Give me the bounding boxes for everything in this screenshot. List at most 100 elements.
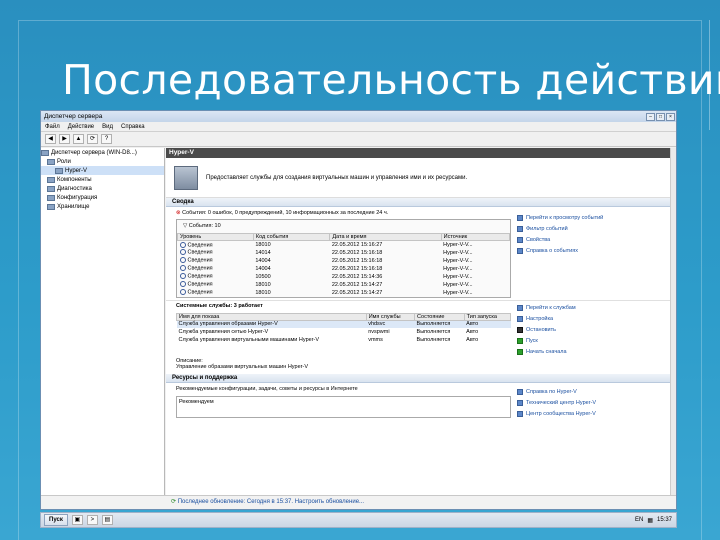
table-row[interactable]: Сведения 18010 22.05.2012 15:14:27 Hyper-V-… bbox=[178, 289, 510, 297]
network-icon[interactable]: ▦ bbox=[647, 517, 653, 524]
col-display-name[interactable]: Имя для показа bbox=[176, 312, 367, 321]
table-row[interactable]: Сведения 10500 22.05.2012 15:14:36 Hyper-V-… bbox=[178, 273, 510, 281]
features-icon bbox=[47, 176, 55, 183]
tree-item-configuration[interactable]: Конфигурация bbox=[41, 193, 164, 202]
resources-line: Рекомендуемые конфигурации, задачи, сове… bbox=[176, 386, 358, 392]
hyper-v-icon bbox=[55, 167, 63, 174]
community-link[interactable]: Центр сообщества Hyper-V bbox=[517, 408, 667, 419]
configure-icon bbox=[517, 316, 523, 322]
navigation-tree: Диспетчер сервера (WIN-D8...) Роли Hyper… bbox=[41, 148, 165, 497]
system-tray: EN ▦ 15:37 bbox=[635, 517, 672, 524]
properties-icon bbox=[517, 236, 523, 243]
col-level[interactable]: Уровень bbox=[177, 233, 254, 241]
status-bar: ⟳ Последнее обновление: Сегодня в 15:37.… bbox=[41, 495, 676, 509]
stop-icon bbox=[517, 327, 523, 333]
refresh-button[interactable]: ⟳ bbox=[87, 134, 98, 144]
filter-icon bbox=[517, 225, 523, 232]
menu-view[interactable]: Вид bbox=[102, 124, 113, 130]
col-status[interactable]: Состояние bbox=[414, 312, 465, 321]
table-row[interactable]: Служба управления сетью Hyper-V nvspwmi Вы… bbox=[177, 328, 511, 336]
event-viewer-icon bbox=[517, 214, 523, 221]
table-row[interactable]: Сведения 18010 22.05.2012 15:14:27 Hyper-V-… bbox=[178, 281, 510, 289]
events-help-link[interactable]: Справка о событиях bbox=[517, 245, 667, 256]
info-icon bbox=[179, 249, 186, 256]
slide-title: Последовательность действий bbox=[62, 56, 720, 104]
start-button[interactable]: Пуск bbox=[44, 514, 68, 526]
start-link[interactable]: Пуск bbox=[517, 336, 667, 347]
tree-item-features[interactable]: Компоненты bbox=[41, 175, 164, 184]
pane-header: Hyper-V bbox=[166, 148, 676, 158]
restart-link[interactable]: Начать сначала bbox=[517, 347, 667, 358]
tree-item-hyper-v[interactable]: Hyper-V bbox=[41, 166, 164, 175]
events-panel: ⊗ События: 0 ошибок, 0 предупреждений, 1… bbox=[176, 210, 511, 298]
server-role-icon bbox=[174, 165, 198, 190]
powershell-taskbar-icon[interactable]: > bbox=[86, 515, 98, 525]
col-service-name[interactable]: Имя службы bbox=[365, 312, 416, 321]
intro-text: Предоставляет службы для создания виртуа… bbox=[206, 174, 468, 181]
server-manager-taskbar-icon[interactable]: ▣ bbox=[71, 515, 83, 525]
title-bar: Диспетчер сервера – □ × bbox=[41, 111, 676, 122]
techcenter-link[interactable]: Технический центр Hyper-V bbox=[517, 397, 667, 408]
go-to-services-link[interactable]: Перейти к службам bbox=[517, 303, 667, 314]
maximize-button[interactable]: □ bbox=[656, 112, 665, 121]
tree-item-storage[interactable]: Хранилище bbox=[41, 202, 164, 211]
resources-block: Рекомендуемые конфигурации, задачи, сове… bbox=[166, 383, 676, 422]
col-date-time[interactable]: Дата и время bbox=[329, 233, 442, 241]
events-table: Уровень Код события Дата и время Источни… bbox=[177, 233, 511, 297]
close-button[interactable]: × bbox=[666, 112, 675, 121]
hyper-v-help-link[interactable]: Справка по Hyper-V bbox=[517, 386, 667, 397]
info-icon bbox=[179, 265, 186, 272]
status-text[interactable]: Последнее обновление: Сегодня в 15:37. Н… bbox=[178, 499, 364, 505]
back-button[interactable]: ◀ bbox=[45, 134, 56, 144]
col-startup-type[interactable]: Тип запуска bbox=[463, 312, 512, 321]
menu-action[interactable]: Действие bbox=[68, 124, 94, 130]
events-filter[interactable]: ▽ События: 10 bbox=[177, 220, 510, 233]
help-icon bbox=[517, 388, 523, 395]
table-row[interactable]: Сведения 14014 22.05.2012 15:16:18 Hyper-V-… bbox=[178, 249, 510, 257]
tree-item-server-manager[interactable]: Диспетчер сервера (WIN-D8...) bbox=[41, 148, 164, 157]
go-to-event-viewer-link[interactable]: Перейти к просмотру событий bbox=[517, 212, 667, 223]
community-icon bbox=[517, 410, 523, 417]
col-event-id[interactable]: Код события bbox=[252, 233, 331, 241]
tree-item-roles[interactable]: Роли bbox=[41, 157, 164, 166]
role-intro: Предоставляет службы для создания виртуа… bbox=[166, 158, 676, 198]
server-icon bbox=[41, 149, 49, 156]
summary-section-header[interactable]: Сводка bbox=[166, 198, 676, 207]
table-row[interactable]: Сведения 14004 22.05.2012 15:16:18 Hyper-V-… bbox=[178, 257, 510, 265]
info-icon bbox=[179, 281, 186, 288]
col-source[interactable]: Источник bbox=[440, 233, 511, 241]
table-row[interactable]: Сведения 14004 22.05.2012 15:16:18 Hyper-V-… bbox=[178, 265, 510, 273]
vertical-scrollbar[interactable] bbox=[670, 148, 676, 497]
language-indicator[interactable]: EN bbox=[635, 517, 643, 523]
menu-file[interactable]: Файл bbox=[45, 124, 60, 130]
configure-link[interactable]: Настройка bbox=[517, 314, 667, 325]
explorer-taskbar-icon[interactable]: ▤ bbox=[101, 515, 113, 525]
forward-button[interactable]: ▶ bbox=[59, 134, 70, 144]
resources-panel: Рекомендуемые конфигурации, задачи, сове… bbox=[176, 386, 511, 419]
help-button[interactable]: ? bbox=[101, 134, 112, 144]
techcenter-icon bbox=[517, 399, 523, 406]
filter-events-link[interactable]: Фильтр событий bbox=[517, 223, 667, 234]
up-folder-button[interactable]: ▲ bbox=[73, 134, 84, 144]
minimize-button[interactable]: – bbox=[646, 112, 655, 121]
services-icon bbox=[517, 305, 523, 311]
services-line: Системные службы: 3 работает bbox=[176, 302, 263, 309]
toolbar: ◀ ▶ ▲ ⟳ ? bbox=[41, 132, 676, 147]
events-actions: Перейти к просмотру событий Фильтр событ… bbox=[517, 210, 667, 298]
folder-icon bbox=[47, 158, 55, 165]
service-description: Описание: Управление образами виртуальны… bbox=[176, 358, 511, 370]
clock[interactable]: 15:37 bbox=[657, 517, 672, 523]
info-icon bbox=[179, 257, 186, 264]
table-row[interactable]: Сведения 18010 22.05.2012 15:16:27 Hyper-V-… bbox=[178, 241, 510, 249]
resources-section-header[interactable]: Ресурсы и поддержка bbox=[166, 374, 676, 383]
table-row[interactable]: Служба управления виртуальными машинами … bbox=[177, 336, 511, 344]
menu-help[interactable]: Справка bbox=[121, 124, 145, 130]
play-icon bbox=[517, 338, 523, 344]
stop-link[interactable]: Остановить bbox=[517, 325, 667, 336]
tree-item-diagnostics[interactable]: Диагностика bbox=[41, 184, 164, 193]
services-table: Имя для показа Имя службы Состояние Тип … bbox=[176, 312, 512, 345]
table-row[interactable]: Служба управления образами Hyper-V vhdsvc… bbox=[176, 320, 511, 328]
events-table-box: ▽ События: 10 Уровень Код события Дата и… bbox=[176, 219, 511, 298]
properties-link[interactable]: Свойства bbox=[517, 234, 667, 245]
events-line: ⊗ События: 0 ошибок, 0 предупреждений, 1… bbox=[176, 210, 389, 216]
